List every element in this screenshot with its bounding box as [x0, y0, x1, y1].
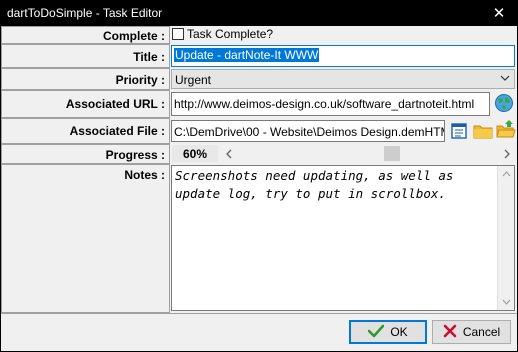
notes-value: Screenshots need updating, as well as up… [170, 164, 517, 313]
folder-open-icon[interactable] [496, 119, 516, 139]
chevron-left-icon[interactable] [220, 145, 237, 162]
ok-button[interactable]: OK [349, 320, 427, 344]
notes-line-2: update log, try to put in scrollbox. [175, 186, 446, 201]
url-input[interactable]: http://www.deimos-design.co.uk/software_… [171, 92, 490, 116]
task-complete-checkbox-wrap[interactable]: Task Complete? [172, 27, 273, 41]
title-label: Title : [1, 44, 170, 68]
editor-form: Complete : Task Complete? Title : Update… [1, 26, 517, 351]
priority-row: Priority : Urgent [1, 68, 517, 90]
close-icon: ✕ [492, 5, 506, 22]
progress-percent: 60% [172, 145, 218, 162]
title-row: Title : Update - dartNote-It WWW [1, 44, 517, 68]
progress-label: Progress : [1, 144, 170, 164]
title-selected-text: Update - dartNote-It WWW [174, 48, 320, 62]
x-icon [443, 324, 457, 341]
globe-icon[interactable] [494, 93, 514, 113]
file-text: C:\DemDrive\00 - Website\Deimos Design.d… [174, 125, 445, 139]
title-bar: dartToDoSimple - Task Editor ✕ [0, 0, 518, 26]
file-label: Associated File : [1, 118, 170, 144]
progress-value: 60% [170, 144, 517, 164]
chevron-down-icon [500, 71, 510, 88]
button-bar: OK Cancel [1, 313, 517, 351]
progress-scrollbar[interactable] [220, 145, 515, 162]
cancel-button[interactable]: Cancel [432, 320, 511, 344]
priority-selected-value: Urgent [175, 73, 212, 87]
notes-label: Notes : [1, 164, 170, 313]
notes-row: Notes : Screenshots need updating, as we… [1, 164, 517, 313]
file-view-icon[interactable] [449, 121, 469, 141]
task-editor-window: dartToDoSimple - Task Editor ✕ Complete … [0, 0, 518, 352]
close-button[interactable]: ✕ [480, 0, 518, 26]
priority-value: Urgent [170, 68, 517, 90]
scroll-down-icon[interactable] [498, 294, 514, 310]
url-label: Associated URL : [1, 90, 170, 118]
complete-value: Task Complete? [170, 26, 517, 44]
window-title: dartToDoSimple - Task Editor [7, 6, 163, 20]
scroll-up-icon[interactable] [498, 166, 514, 182]
chevron-right-icon[interactable] [498, 145, 515, 162]
progress-scroll-thumb[interactable] [384, 146, 400, 161]
file-value: C:\DemDrive\00 - Website\Deimos Design.d… [170, 118, 517, 144]
notes-textarea[interactable]: Screenshots need updating, as well as up… [171, 165, 515, 311]
task-complete-label: Task Complete? [187, 27, 274, 41]
ok-label: OK [390, 325, 408, 339]
file-row: Associated File : C:\DemDrive\00 - Websi… [1, 118, 517, 144]
url-value: http://www.deimos-design.co.uk/software_… [170, 90, 517, 118]
checkmark-icon [368, 324, 385, 341]
file-input[interactable]: C:\DemDrive\00 - Website\Deimos Design.d… [171, 120, 445, 142]
notes-scrollbar[interactable] [497, 166, 514, 310]
complete-label: Complete : [1, 26, 170, 44]
priority-label: Priority : [1, 68, 170, 90]
task-complete-checkbox[interactable] [172, 28, 184, 40]
title-input[interactable]: Update - dartNote-It WWW [171, 45, 515, 67]
url-row: Associated URL : http://www.deimos-desig… [1, 90, 517, 118]
complete-row: Complete : Task Complete? [1, 26, 517, 44]
url-text: http://www.deimos-design.co.uk/software_… [174, 97, 475, 111]
priority-select[interactable]: Urgent [171, 69, 515, 89]
folder-icon[interactable] [473, 121, 493, 141]
cancel-label: Cancel [462, 325, 501, 339]
title-value: Update - dartNote-It WWW [170, 44, 517, 68]
notes-line-1: Screenshots need updating, as well as [175, 168, 454, 183]
progress-row: Progress : 60% [1, 144, 517, 164]
